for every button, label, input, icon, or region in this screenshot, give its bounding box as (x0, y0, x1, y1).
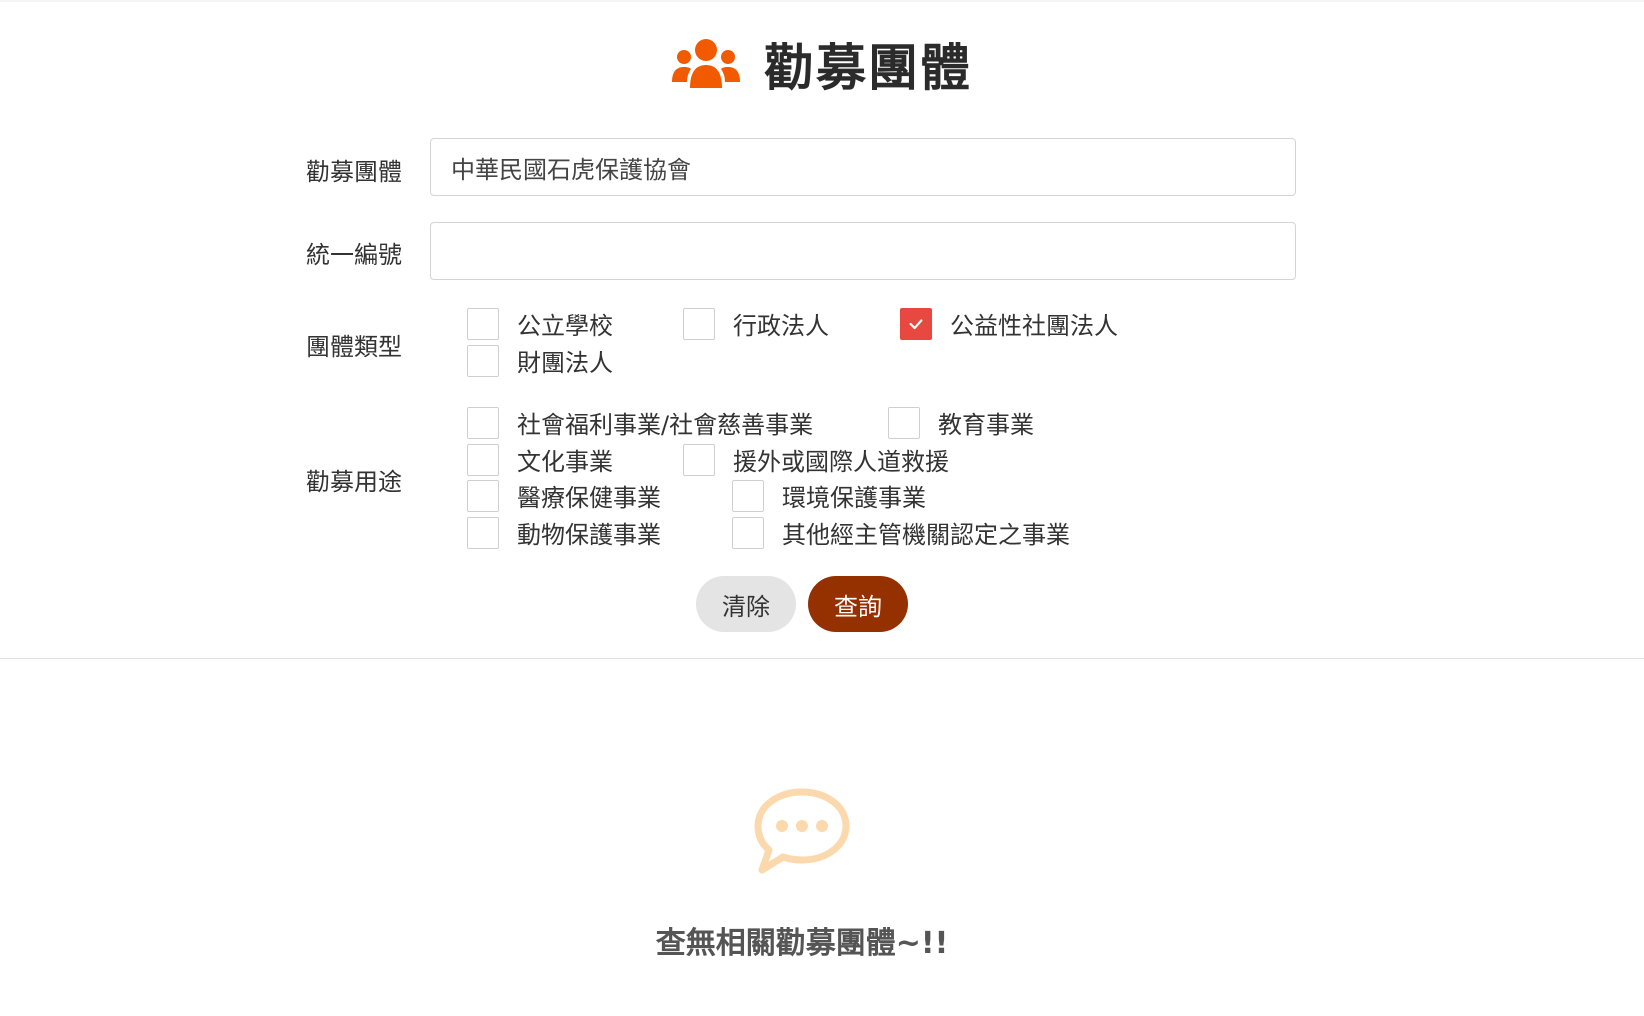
search-button[interactable]: 查詢 (808, 576, 908, 632)
tax-id-label: 統一編號 (306, 241, 402, 269)
checkbox[interactable] (683, 443, 715, 476)
clear-button[interactable]: 清除 (696, 576, 796, 632)
checkbox-label: 財團法人 (517, 349, 613, 377)
checkbox[interactable] (683, 307, 715, 340)
purpose-option-environment[interactable]: 環境保護事業 (732, 478, 926, 513)
empty-state-message: 查無相關勸募團體~!! (655, 926, 949, 961)
purpose-option-healthcare[interactable]: 醫療保健事業 (467, 478, 661, 513)
checkbox-label: 公益性社團法人 (950, 312, 1118, 340)
purpose-option-education[interactable]: 教育事業 (888, 405, 1034, 440)
checkbox-label: 其他經主管機關認定之事業 (782, 521, 1070, 549)
purpose-option-culture[interactable]: 文化事業 (467, 442, 613, 477)
checkbox[interactable] (888, 406, 920, 439)
purpose-option-humanitarian-aid[interactable]: 援外或國際人道救援 (683, 442, 949, 477)
checkbox-label: 社會福利事業/社會慈善事業 (517, 411, 814, 439)
users-icon (672, 39, 740, 88)
tax-id-input[interactable] (430, 222, 1296, 280)
checkbox[interactable] (467, 443, 499, 476)
checkbox-label: 行政法人 (733, 312, 829, 340)
checkbox[interactable] (467, 344, 499, 377)
checkbox[interactable] (467, 479, 499, 512)
purpose-option-social-welfare[interactable]: 社會福利事業/社會慈善事業 (467, 405, 813, 440)
page-header: 勸募團體 (0, 28, 1644, 100)
checkbox[interactable] (467, 406, 499, 439)
checkbox-label: 環境保護事業 (782, 484, 926, 512)
purpose-option-animal-protection[interactable]: 動物保護事業 (467, 515, 661, 550)
org-type-option-administrative-corp[interactable]: 行政法人 (683, 306, 829, 341)
checkbox-label: 教育事業 (938, 411, 1034, 439)
checkbox-label: 醫療保健事業 (517, 484, 661, 512)
page-title: 勸募團體 (764, 39, 972, 97)
checkbox-label: 援外或國際人道救援 (733, 448, 949, 476)
checkbox[interactable] (467, 516, 499, 549)
org-type-option-foundation[interactable]: 財團法人 (467, 343, 613, 378)
purpose-label: 勸募用途 (306, 468, 402, 496)
checkbox[interactable] (467, 307, 499, 340)
section-divider (0, 658, 1644, 659)
chat-bubble-icon (754, 788, 850, 874)
org-type-option-public-welfare-assoc[interactable]: 公益性社團法人 (900, 306, 1118, 341)
checkbox[interactable] (732, 479, 764, 512)
org-type-label: 團體類型 (306, 333, 402, 361)
purpose-option-other[interactable]: 其他經主管機關認定之事業 (732, 515, 1070, 550)
org-label: 勸募團體 (306, 158, 402, 186)
org-type-option-public-school[interactable]: 公立學校 (467, 306, 613, 341)
check-icon (909, 318, 923, 329)
checkbox[interactable] (900, 307, 932, 340)
checkbox-label: 公立學校 (517, 312, 613, 340)
checkbox-label: 文化事業 (517, 448, 613, 476)
org-input[interactable] (430, 138, 1296, 196)
checkbox-label: 動物保護事業 (517, 521, 661, 549)
checkbox[interactable] (732, 516, 764, 549)
top-rule (0, 0, 1644, 2)
